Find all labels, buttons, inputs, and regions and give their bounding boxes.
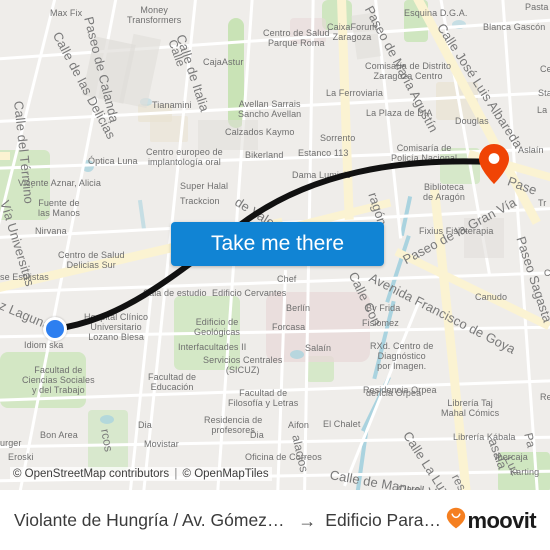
origin-marker[interactable] — [43, 317, 67, 341]
route-destination-label: Edificio Paran… — [325, 510, 447, 530]
moovit-wordmark: moovit — [467, 507, 536, 533]
arrow-right-icon: → — [298, 510, 317, 531]
route-endpoints: Violante de Hungría / Av. Gómez L… → Edi… — [14, 510, 446, 531]
take-me-there-label: Take me there — [210, 232, 345, 255]
attribution: © OpenStreetMap contributors | © OpenMap… — [10, 467, 272, 481]
route-origin-label: Violante de Hungría / Av. Gómez L… — [14, 510, 290, 530]
attribution-separator: | — [174, 468, 178, 480]
attribution-osm[interactable]: © OpenStreetMap contributors — [13, 468, 169, 480]
moovit-map-screen: Calle del Término Calle de las Delicias Pa… — [0, 0, 550, 550]
map-canvas[interactable]: Calle del Término Calle de las Delicias Pa… — [0, 0, 550, 490]
attribution-tiles[interactable]: © OpenMapTiles — [183, 468, 269, 480]
moovit-pin-smiley-logo-icon — [446, 507, 466, 534]
moovit-logo[interactable]: moovit — [446, 507, 537, 534]
take-me-there-button[interactable]: Take me there — [171, 222, 384, 266]
bottom-bar: Violante de Hungría / Av. Gómez L… → Edi… — [0, 490, 550, 550]
destination-marker[interactable] — [478, 143, 510, 185]
